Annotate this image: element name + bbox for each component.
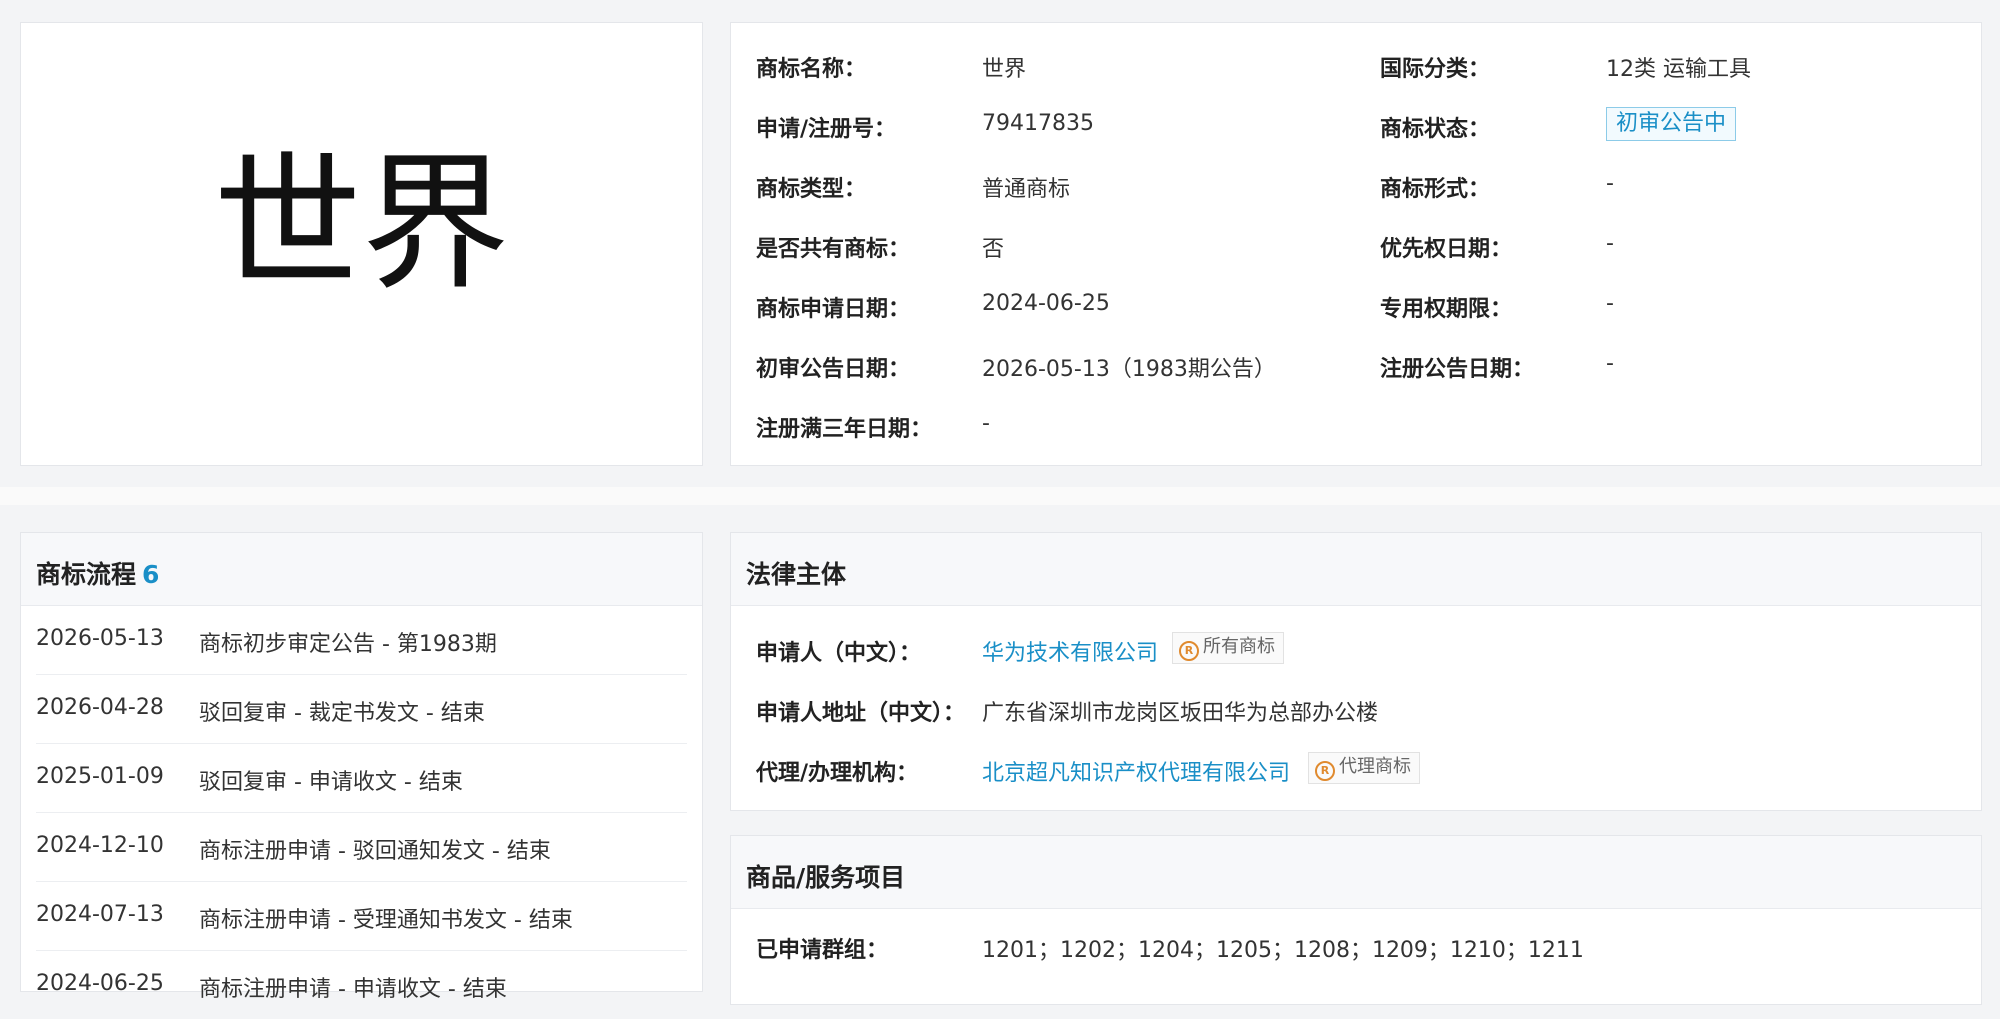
registered-icon: R	[1315, 761, 1335, 781]
groups-value: 1201；1202；1204；1205；1208；1209；1210；1211	[982, 938, 1584, 963]
flow-item: 2025-01-09 驳回复审 - 申请收文 - 结束	[36, 743, 687, 813]
field-label-form: 商标形式：	[1380, 177, 1491, 202]
flow-item: 2026-04-28 驳回复审 - 裁定书发文 - 结束	[36, 674, 687, 744]
groups-label: 已申请群组：	[756, 938, 889, 963]
section-divider	[0, 487, 2000, 505]
field-label-shared: 是否共有商标：	[756, 237, 911, 262]
flow-item-date: 2024-12-10	[36, 833, 164, 858]
field-label-three-year-date: 注册满三年日期：	[756, 417, 933, 442]
trademark-info-panel: 商标名称： 世界 申请/注册号： 79417835 商标类型： 普通商标 是否共…	[730, 22, 1982, 466]
legal-entity-panel: 法律主体 申请人（中文）： 华为技术有限公司 R 所有商标 申请人地址（中文）： …	[730, 532, 1982, 811]
flow-item-desc: 驳回复审 - 裁定书发文 - 结束	[199, 701, 485, 726]
field-label-type: 商标类型：	[756, 177, 867, 202]
legal-header: 法律主体	[731, 533, 1981, 606]
field-value-three-year-date: -	[982, 411, 990, 436]
trademark-flow-panel: 商标流程 6 2026-05-13 商标初步审定公告 - 第1983期 2026-…	[20, 532, 703, 1002]
agent-trademarks-tag[interactable]: R 代理商标	[1308, 752, 1420, 784]
field-label-intl-class: 国际分类：	[1380, 57, 1491, 82]
trademark-logo: 世界	[213, 138, 510, 310]
flow-item-desc: 商标注册申请 - 驳回通知发文 - 结束	[199, 839, 551, 864]
flow-header: 商标流程 6	[21, 533, 702, 606]
flow-item-date: 2024-07-13	[36, 902, 164, 927]
flow-item-desc: 驳回复审 - 申请收文 - 结束	[199, 770, 463, 795]
flow-title-text: 商标流程	[36, 560, 137, 589]
field-value-name: 世界	[982, 57, 1027, 82]
all-trademarks-tag[interactable]: R 所有商标	[1172, 632, 1284, 664]
field-value-shared: 否	[982, 237, 1005, 262]
flow-item: 2024-12-10 商标注册申请 - 驳回通知发文 - 结束	[36, 812, 687, 882]
address-label: 申请人地址（中文）：	[756, 701, 966, 726]
field-value-reg-number: 79417835	[982, 111, 1094, 136]
field-value-priority-date: -	[1606, 231, 1614, 256]
goods-services-panel: 商品/服务项目 已申请群组： 1201；1202；1204；1205；1208；…	[730, 835, 1982, 1005]
field-label-status: 商标状态：	[1380, 117, 1491, 142]
field-label-priority-date: 优先权日期：	[1380, 237, 1513, 262]
field-label-prelim-date: 初审公告日期：	[756, 357, 911, 382]
trademark-image-panel: 世界	[20, 22, 703, 466]
flow-item: 2024-07-13 商标注册申请 - 受理通知书发文 - 结束	[36, 881, 687, 951]
field-value-exclusive-term: -	[1606, 291, 1614, 316]
flow-count: 6	[142, 560, 160, 589]
applicant-label: 申请人（中文）：	[756, 641, 922, 666]
field-value-reg-pub-date: -	[1606, 351, 1614, 376]
status-badge: 初审公告中	[1606, 107, 1737, 141]
flow-item-desc: 商标初步审定公告 - 第1983期	[199, 632, 497, 657]
agent-link[interactable]: 北京超凡知识产权代理有限公司	[982, 755, 1290, 787]
field-value-type: 普通商标	[982, 177, 1071, 202]
goods-header: 商品/服务项目	[731, 836, 1981, 909]
field-label-name: 商标名称：	[756, 57, 867, 82]
flow-item-date: 2026-04-28	[36, 695, 164, 720]
goods-title: 商品/服务项目	[746, 863, 906, 892]
legal-title: 法律主体	[746, 560, 847, 589]
field-label-reg-number: 申请/注册号：	[756, 117, 897, 142]
flow-title: 商标流程 6	[36, 555, 159, 591]
registered-icon: R	[1179, 641, 1199, 661]
agent-trademarks-tag-label: 代理商标	[1339, 756, 1411, 777]
field-value-form: -	[1606, 171, 1614, 196]
field-label-reg-pub-date: 注册公告日期：	[1380, 357, 1535, 382]
field-value-apply-date: 2024-06-25	[982, 291, 1110, 316]
address-value: 广东省深圳市龙岗区坂田华为总部办公楼	[982, 701, 1379, 726]
field-label-exclusive-term: 专用权期限：	[1380, 297, 1513, 322]
flow-item-desc: 商标注册申请 - 受理通知书发文 - 结束	[199, 908, 573, 933]
agent-label: 代理/办理机构：	[756, 761, 919, 786]
field-value-intl-class: 12类 运输工具	[1606, 57, 1751, 82]
field-value-prelim-date: 2026-05-13（1983期公告）	[982, 357, 1276, 382]
flow-item-date: 2026-05-13	[36, 626, 164, 651]
flow-item-date: 2025-01-09	[36, 764, 164, 789]
flow-item: 2026-05-13 商标初步审定公告 - 第1983期	[36, 605, 687, 675]
flow-item: 2024-06-25 商标注册申请 - 申请收文 - 结束	[36, 950, 687, 1019]
applicant-link[interactable]: 华为技术有限公司	[982, 635, 1158, 667]
field-label-apply-date: 商标申请日期：	[756, 297, 911, 322]
flow-item-desc: 商标注册申请 - 申请收文 - 结束	[199, 977, 507, 1002]
all-trademarks-tag-label: 所有商标	[1203, 636, 1275, 657]
